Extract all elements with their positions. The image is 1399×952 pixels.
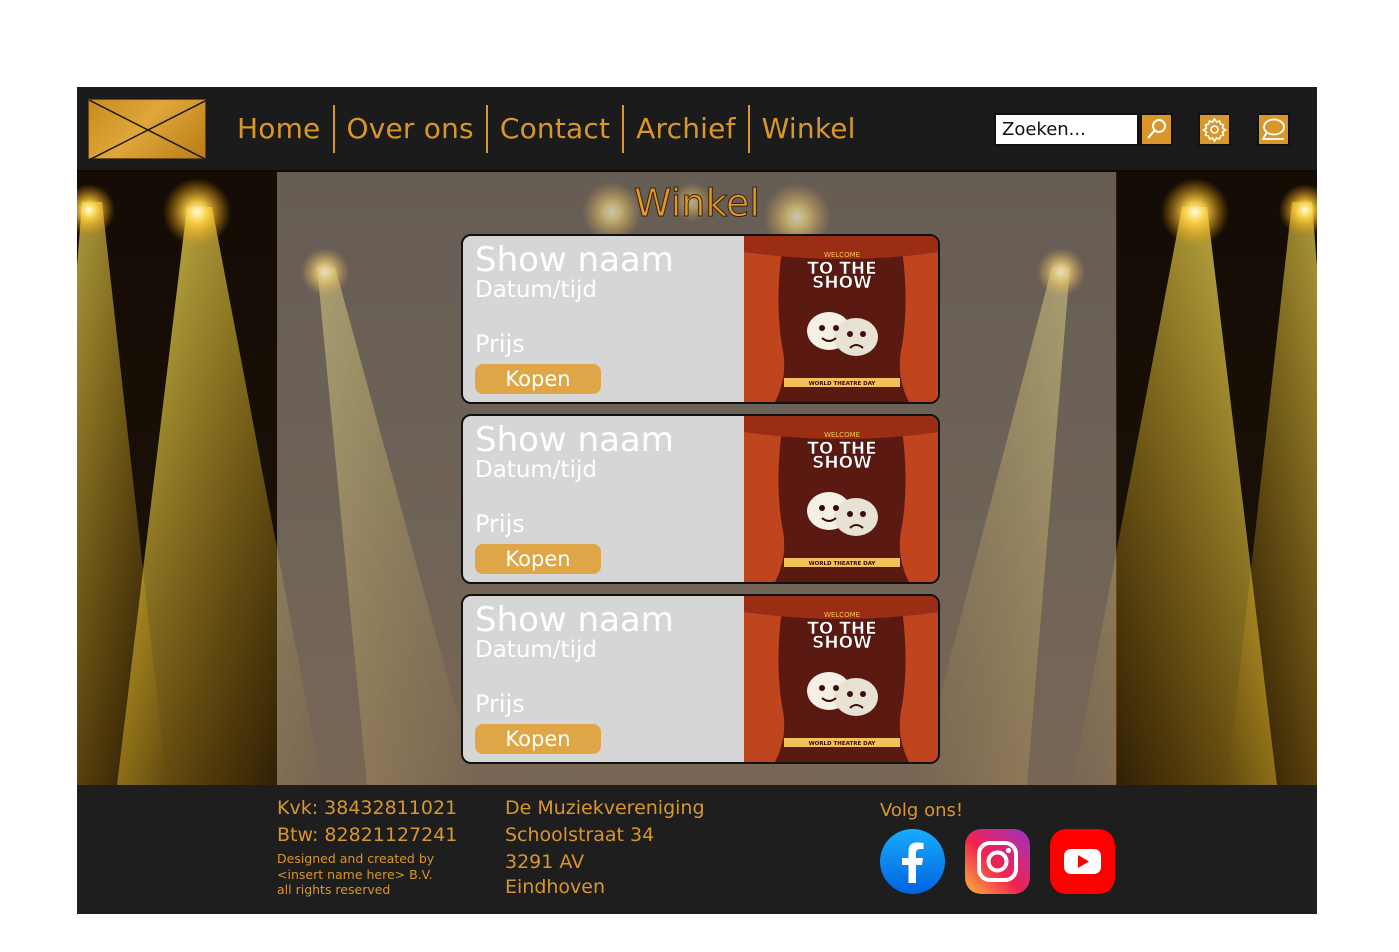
address-line: Schoolstraat 34 (505, 824, 655, 846)
show-date: Datum/tijd (475, 277, 597, 303)
buy-button[interactable]: Kopen (475, 544, 601, 574)
chat-button[interactable] (1257, 113, 1290, 146)
credit-text: Designed and created by <insert name her… (277, 851, 434, 898)
follow-us-label: Volg ons! (880, 800, 964, 821)
show-price: Prijs (475, 690, 525, 718)
show-price: Prijs (475, 510, 525, 538)
show-name: Show naam (475, 240, 674, 280)
btw-number: Btw: 82821127241 (277, 824, 458, 846)
nav-item-contact[interactable]: Contact (488, 105, 622, 153)
nav-item-over-ons[interactable]: Over ons (335, 105, 486, 153)
search-icon (1147, 119, 1166, 139)
address-line: Eindhoven (505, 876, 606, 898)
main-nav: Home Over ons Contact Archief Winkel (225, 105, 868, 153)
show-card: Show naam Datum/tijd Prijs Kopen WELCOME… (461, 594, 940, 764)
instagram-icon (965, 829, 1030, 894)
gear-icon (1202, 117, 1227, 143)
buy-button[interactable]: Kopen (475, 724, 601, 754)
show-card: Show naam Datum/tijd Prijs Kopen WELCOME… (461, 234, 940, 404)
site-header: Home Over ons Contact Archief Winkel (77, 87, 1317, 172)
poster-top-text: WELCOME (824, 251, 860, 259)
poster-top-text: WELCOME (824, 611, 860, 619)
kvk-number: Kvk: 38432811021 (277, 797, 458, 819)
logo-placeholder-icon[interactable] (88, 99, 207, 160)
poster-line2: SHOW (812, 273, 872, 293)
credit-line: Designed and created by (277, 851, 435, 866)
chat-icon (1261, 118, 1285, 140)
address-line: 3291 AV (505, 851, 585, 873)
show-card: Show naam Datum/tijd Prijs Kopen WELCOME… (461, 414, 940, 584)
poster-line2: SHOW (812, 633, 872, 653)
credit-line: all rights reserved (277, 882, 391, 897)
youtube-link[interactable] (1050, 829, 1115, 894)
instagram-link[interactable] (965, 829, 1030, 894)
search-button[interactable] (1140, 113, 1173, 146)
facebook-link[interactable] (880, 829, 945, 894)
page-title: Winkel (634, 181, 761, 226)
show-name: Show naam (475, 600, 674, 640)
youtube-icon (1050, 829, 1115, 894)
nav-item-winkel[interactable]: Winkel (750, 105, 868, 153)
poster-banner: WORLD THEATRE DAY (809, 561, 877, 567)
app-frame: Home Over ons Contact Archief Winkel Zoe… (77, 87, 1317, 914)
poster-banner: WORLD THEATRE DAY (809, 381, 877, 387)
show-date: Datum/tijd (475, 457, 597, 483)
buy-button[interactable]: Kopen (475, 364, 601, 394)
show-date: Datum/tijd (475, 637, 597, 663)
facebook-icon (880, 829, 945, 894)
nav-item-home[interactable]: Home (225, 105, 333, 153)
nav-item-archief[interactable]: Archief (624, 105, 747, 153)
poster-line2: SHOW (812, 453, 872, 473)
show-poster-image: WELCOME TO THE SHOW WORLD THEATRE DAY (744, 236, 938, 402)
search-input[interactable] (994, 113, 1139, 146)
show-poster-image: WELCOME TO THE SHOW WORLD THEATRE DAY (744, 416, 938, 582)
show-price: Prijs (475, 330, 525, 358)
settings-button[interactable] (1198, 113, 1231, 146)
show-name: Show naam (475, 420, 674, 460)
show-poster-image: WELCOME TO THE SHOW WORLD THEATRE DAY (744, 596, 938, 762)
address-line: De Muziekvereniging (505, 797, 705, 819)
poster-top-text: WELCOME (824, 431, 860, 439)
site-footer: Kvk: 38432811021 Btw: 82821127241 Design… (77, 785, 1317, 914)
credit-line: <insert name here> B.V. (277, 866, 433, 882)
poster-banner: WORLD THEATRE DAY (809, 741, 877, 747)
